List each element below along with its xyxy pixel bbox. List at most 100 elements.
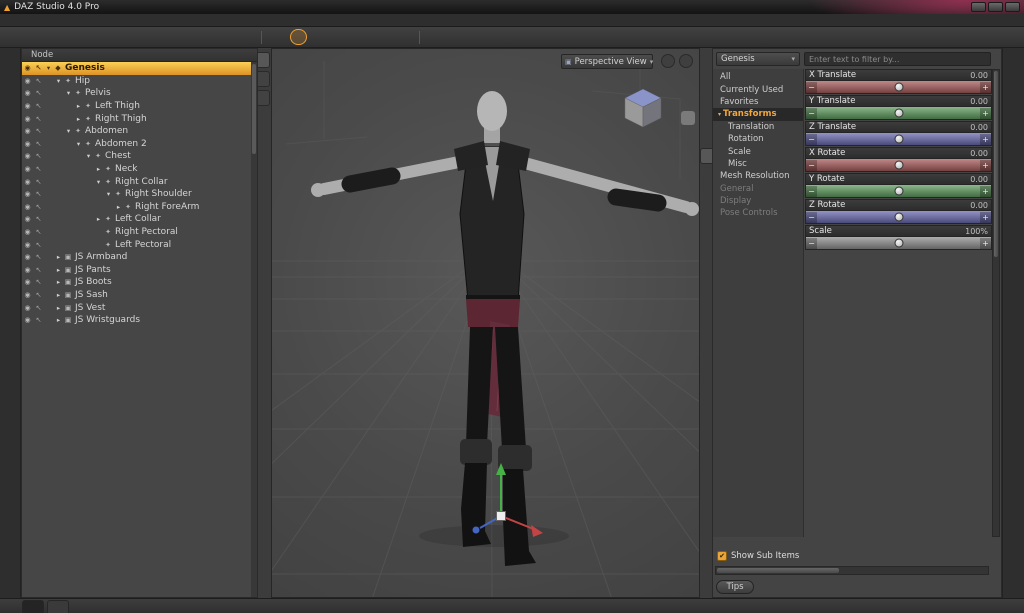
scene-node-row[interactable]: ◉ ↖ ▾ ✦ Hip [22, 75, 251, 88]
expand-toggle-icon[interactable]: ▾ [64, 89, 73, 97]
expand-toggle-icon[interactable]: ▸ [54, 278, 63, 286]
parameter-category[interactable]: Translation [713, 121, 803, 133]
slider-track[interactable]: − + [805, 81, 992, 94]
slider-track[interactable]: − + [805, 211, 992, 224]
tips-button[interactable]: Tips [716, 580, 754, 594]
visibility-eye-icon[interactable]: ◉ [22, 266, 33, 274]
scene-node-row[interactable]: ◉ ↖ ▸ ▣ JS Pants [22, 264, 251, 277]
visibility-eye-icon[interactable]: ◉ [22, 77, 33, 85]
selectability-icon[interactable]: ↖ [33, 165, 44, 173]
selectability-icon[interactable]: ↖ [33, 77, 44, 85]
parameter-category[interactable]: Favorites [713, 96, 803, 108]
slider-handle[interactable] [894, 82, 903, 92]
dock-tab[interactable] [258, 90, 270, 106]
minimize-button[interactable] [971, 2, 986, 12]
parameter-filter-input[interactable] [804, 52, 991, 66]
expand-toggle-icon[interactable]: ▸ [54, 291, 63, 299]
open-file-icon[interactable] [3, 77, 18, 92]
scene-node-row[interactable]: ◉ ↖ ▸ ✦ Left Thigh [22, 100, 251, 113]
scene-node-row[interactable]: ◉ ↖ ▸ ✦ Neck [22, 163, 251, 176]
expand-toggle-icon[interactable]: ▸ [54, 253, 63, 261]
slider-handle[interactable] [894, 186, 903, 196]
expand-toggle-icon[interactable]: ▸ [114, 203, 123, 211]
selectability-icon[interactable]: ↖ [33, 316, 44, 324]
parameter-category[interactable]: Currently Used [713, 83, 803, 95]
parameter-value[interactable]: 0.00 [970, 149, 988, 158]
selectability-icon[interactable]: ↖ [33, 203, 44, 211]
scene-node-row[interactable]: ◉ ↖ ▾ ✦ Pelvis [22, 87, 251, 100]
figure-selector[interactable]: Genesis ▾ [716, 52, 800, 66]
view-frame-icon[interactable] [681, 147, 695, 161]
selectability-icon[interactable]: ↖ [33, 266, 44, 274]
parameter-value[interactable]: 0.00 [970, 71, 988, 80]
scene-node-row[interactable]: ◉ ↖ ▾ ✦ Chest [22, 150, 251, 163]
slider-decrement[interactable]: − [806, 107, 817, 119]
aux-viewport-icon[interactable] [490, 29, 507, 45]
slider-increment[interactable]: + [980, 211, 991, 223]
view-selector[interactable]: ▣ Perspective View ▾ [561, 54, 653, 69]
view-pan-icon[interactable] [681, 111, 695, 125]
scene-node-row[interactable]: ◉ ↖ ▸ ✦ Right Thigh [22, 112, 251, 125]
selectability-icon[interactable]: ↖ [33, 228, 44, 236]
selectability-icon[interactable]: ↖ [33, 64, 44, 72]
cameras-icon[interactable] [1006, 169, 1021, 184]
visibility-eye-icon[interactable]: ◉ [22, 115, 33, 123]
selectability-icon[interactable]: ↖ [33, 278, 44, 286]
visibility-eye-icon[interactable]: ◉ [22, 253, 33, 261]
selectability-icon[interactable]: ↖ [33, 102, 44, 110]
expand-toggle-icon[interactable]: ▾ [84, 152, 93, 160]
dock-tab[interactable] [700, 148, 712, 164]
dock-tab[interactable] [258, 52, 270, 68]
magnet-fit-icon[interactable] [195, 29, 212, 45]
expand-toggle-icon[interactable]: ▸ [54, 304, 63, 312]
file-new-icon[interactable] [6, 29, 23, 45]
slider-increment[interactable]: + [980, 133, 991, 145]
view-reset-icon[interactable] [681, 165, 695, 179]
visibility-eye-icon[interactable]: ◉ [22, 304, 33, 312]
parameter-category[interactable]: ▾ Transforms [713, 108, 803, 121]
slider-track[interactable]: − + [805, 107, 992, 120]
scene-node-row[interactable]: ◉ ↖ ▾ ✦ Abdomen 2 [22, 138, 251, 151]
redo-icon[interactable] [3, 192, 18, 207]
scene-node-row[interactable]: ◉ ↖ ▸ ▣ JS Boots [22, 276, 251, 289]
scene-scrollbar[interactable] [251, 62, 257, 597]
figure-create-icon[interactable] [237, 29, 254, 45]
close-button[interactable] [1005, 2, 1020, 12]
visibility-eye-icon[interactable]: ◉ [22, 165, 33, 173]
slider-handle[interactable] [894, 238, 903, 248]
scrollbar-thumb[interactable] [994, 71, 998, 258]
distant-light-icon[interactable] [111, 29, 128, 45]
visibility-eye-icon[interactable]: ◉ [22, 228, 33, 236]
node-selection-tool-icon[interactable] [269, 29, 286, 45]
expand-toggle-icon[interactable]: ▾ [74, 140, 83, 148]
expand-toggle-icon[interactable]: ▸ [74, 115, 83, 123]
selectability-icon[interactable]: ↖ [33, 178, 44, 186]
selectability-icon[interactable]: ↖ [33, 304, 44, 312]
scene-node-row[interactable]: ◉ ↖ ▸ ▣ JS Armband [22, 251, 251, 264]
active-pose-tool-icon[interactable] [374, 29, 391, 45]
expand-toggle-icon[interactable]: ▸ [54, 266, 63, 274]
visibility-eye-icon[interactable]: ◉ [22, 241, 33, 249]
parameter-category[interactable]: All [713, 71, 803, 83]
viewport-3d[interactable]: ▣ Perspective View ▾ [271, 48, 700, 598]
scene-info-icon[interactable] [1006, 215, 1021, 230]
null-create-icon[interactable] [48, 29, 65, 45]
scene-node-row[interactable]: ◉ ↖ ▸ ✦ Left Collar [22, 213, 251, 226]
parameter-category[interactable]: Pose Controls [713, 207, 803, 219]
parameter-category[interactable]: Mesh Resolution [713, 170, 803, 182]
tool-settings-icon[interactable] [1006, 238, 1021, 253]
parameter-value[interactable]: 0.00 [970, 201, 988, 210]
render-icon[interactable] [448, 29, 465, 45]
selectability-icon[interactable]: ↖ [33, 127, 44, 135]
expand-toggle-icon[interactable]: ▾ [64, 127, 73, 135]
slider-increment[interactable]: + [980, 185, 991, 197]
parameter-category[interactable]: Misc [713, 158, 803, 170]
slider-decrement[interactable]: − [806, 133, 817, 145]
selectability-icon[interactable]: ↖ [33, 152, 44, 160]
home-icon[interactable] [3, 54, 18, 69]
parameter-category[interactable]: General [713, 183, 803, 195]
scene-node-row[interactable]: ◉ ↖ ▾ ✦ Abdomen [22, 125, 251, 138]
import-icon[interactable] [3, 123, 18, 138]
posing-icon[interactable] [1006, 100, 1021, 115]
scrollbar-thumb[interactable] [252, 64, 256, 154]
